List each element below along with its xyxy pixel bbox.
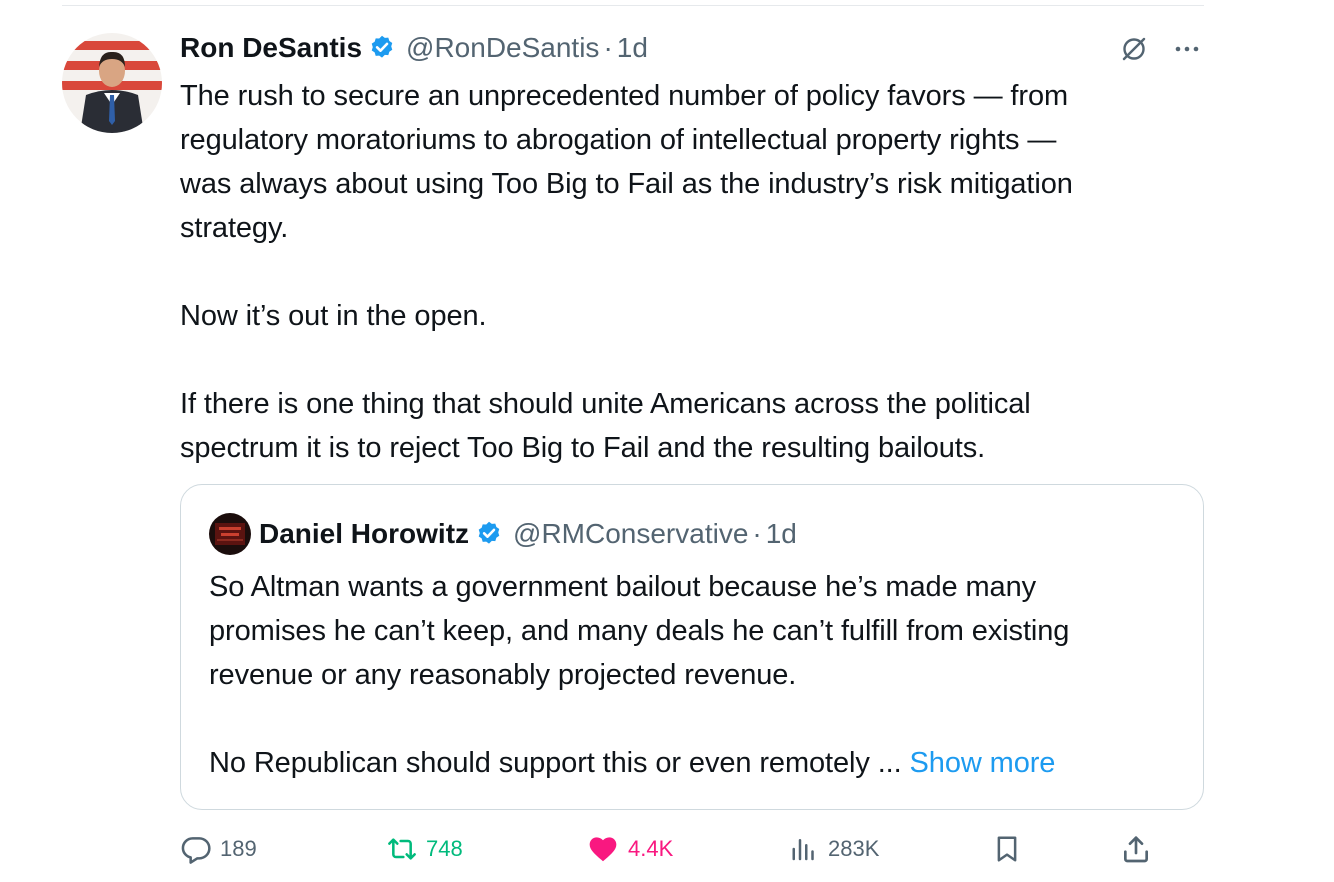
quote-author-avatar: [209, 513, 251, 555]
reply-count: 189: [220, 836, 257, 861]
quote-header: Daniel Horowitz @RMConservative · 1d: [209, 513, 797, 555]
author-avatar[interactable]: [62, 33, 162, 133]
author-handle[interactable]: @RonDeSantis: [406, 32, 599, 64]
reply-icon: [181, 837, 211, 864]
repost-icon: [388, 838, 416, 860]
header-separator: ·: [603, 32, 613, 63]
tweet: Ron DeSantis @RonDeSantis · 1d The rush …: [180, 28, 1204, 470]
tweet-text: The rush to secure an unprecedented numb…: [180, 80, 1073, 464]
top-divider: [62, 5, 1204, 6]
quote-author-name[interactable]: Daniel Horowitz: [259, 518, 469, 550]
quote-time[interactable]: 1d: [766, 518, 797, 550]
author-name[interactable]: Ron DeSantis: [180, 32, 362, 64]
tweet-header: Ron DeSantis @RonDeSantis · 1d: [180, 28, 1204, 68]
quote-header-separator: ·: [752, 518, 762, 549]
repost-button[interactable]: 748: [386, 826, 463, 872]
grok-icon[interactable]: [1119, 34, 1149, 64]
share-icon: [1124, 836, 1148, 863]
heart-icon: [589, 837, 617, 862]
bookmark-icon: [997, 836, 1017, 862]
bookmark-button[interactable]: [992, 826, 1030, 872]
show-more-link[interactable]: Show more: [910, 747, 1056, 779]
views-icon: [792, 839, 814, 861]
tweet-time[interactable]: 1d: [617, 32, 648, 64]
quote-verified-badge-icon: [475, 520, 503, 548]
quote-author-handle[interactable]: @RMConservative: [513, 518, 748, 550]
reply-button[interactable]: 189: [180, 826, 257, 872]
like-button[interactable]: 4.4K: [586, 826, 673, 872]
action-bar: 189 748 4.4K 283K: [180, 826, 1180, 872]
share-button[interactable]: [1120, 826, 1160, 872]
quote-text-container: So Altman wants a government bailout bec…: [209, 565, 1189, 785]
quoted-tweet[interactable]: Daniel Horowitz @RMConservative · 1d So …: [180, 484, 1204, 810]
repost-count: 748: [426, 836, 463, 861]
like-count: 4.4K: [628, 836, 674, 861]
views-button[interactable]: 283K: [790, 826, 879, 872]
views-count: 283K: [828, 836, 880, 861]
verified-badge-icon: [368, 34, 396, 62]
more-icon[interactable]: [1170, 34, 1204, 64]
